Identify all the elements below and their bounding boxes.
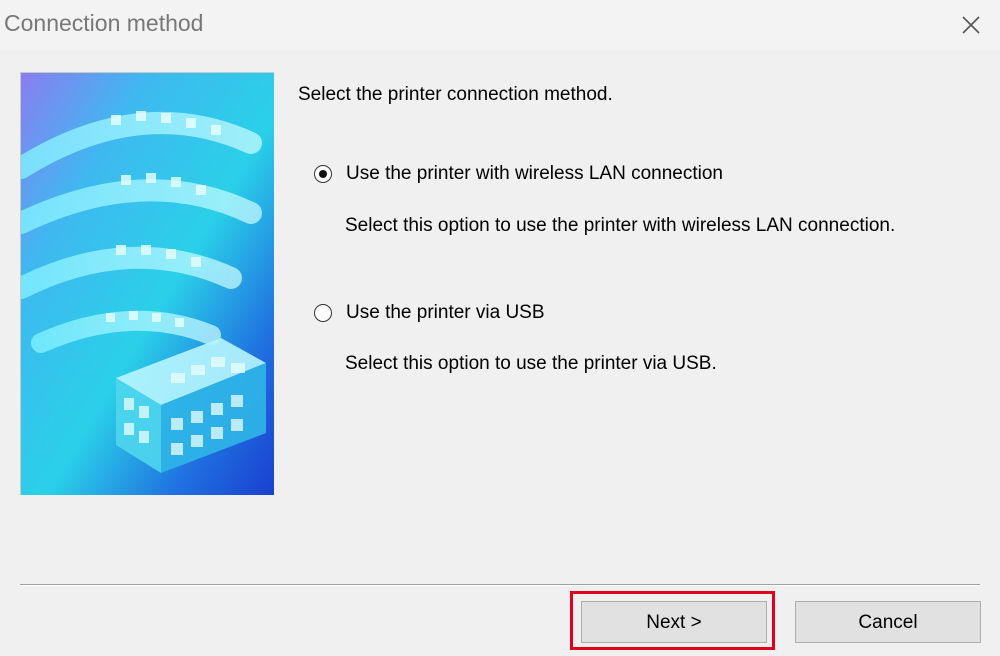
radio-wireless-lan[interactable] bbox=[314, 165, 332, 183]
next-button-highlight bbox=[570, 591, 775, 650]
instruction-text: Select the printer connection method. bbox=[298, 84, 613, 105]
dialog-window: Connection method Select the printer con… bbox=[0, 0, 1000, 656]
close-button[interactable] bbox=[944, 0, 1000, 50]
option-description: Select this option to use the printer vi… bbox=[345, 353, 717, 374]
option-label[interactable]: Use the printer with wireless LAN connec… bbox=[346, 163, 723, 185]
footer-separator bbox=[20, 584, 980, 586]
option-label[interactable]: Use the printer via USB bbox=[346, 302, 545, 324]
option-usb[interactable]: Use the printer via USB bbox=[314, 302, 574, 326]
dialog-title: Connection method bbox=[4, 10, 204, 36]
radio-selected-dot bbox=[318, 169, 327, 178]
radio-usb[interactable] bbox=[314, 304, 332, 322]
option-wireless-lan[interactable]: Use the printer with wireless LAN connec… bbox=[314, 163, 774, 187]
cancel-button[interactable]: Cancel bbox=[795, 601, 981, 643]
close-icon bbox=[962, 16, 980, 34]
option-description: Select this option to use the printer wi… bbox=[345, 215, 896, 236]
wireless-printer-illustration bbox=[20, 72, 274, 495]
title-bar: Connection method bbox=[0, 0, 1000, 50]
